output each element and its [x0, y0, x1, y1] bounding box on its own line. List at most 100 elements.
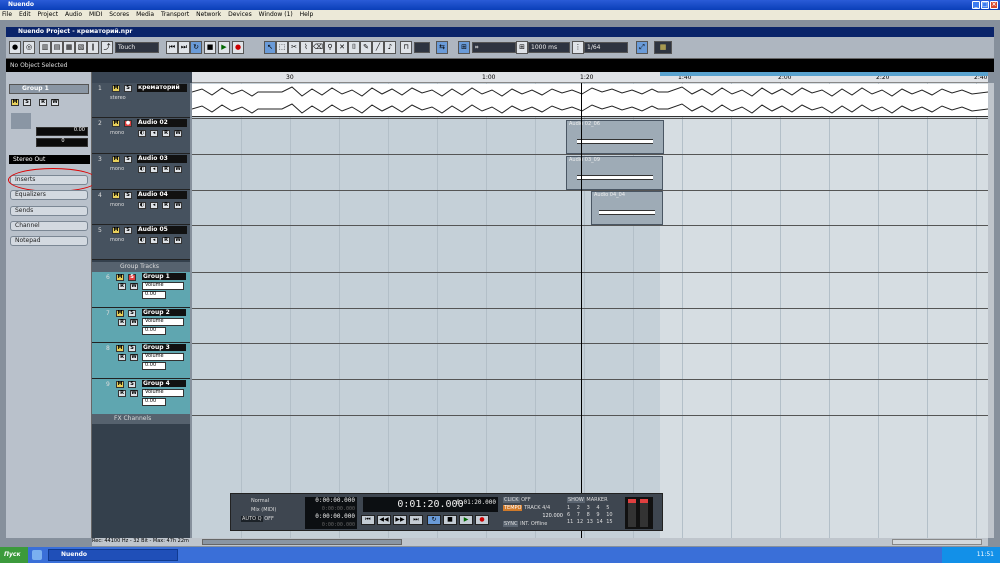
track-row[interactable]: 1 M S крематорий stereo	[92, 83, 190, 118]
automation-icon[interactable]: ⤴	[101, 41, 113, 54]
bpm-value[interactable]: 120.000	[542, 513, 563, 519]
channel-section-button[interactable]: Channel	[10, 221, 88, 231]
inspector-output-routing[interactable]: Stereo Out	[9, 155, 90, 164]
mixer-icon[interactable]: ∥	[87, 41, 99, 54]
menu-midi[interactable]: MIDI	[89, 11, 102, 18]
monitor-button[interactable]: ◐	[138, 237, 146, 244]
solo-button[interactable]: S	[128, 345, 136, 352]
line-tool-icon[interactable]: ╱	[372, 41, 384, 54]
stop-transport-icon[interactable]: ■	[443, 515, 457, 525]
constrain-delay-icon[interactable]: ◎	[23, 41, 35, 54]
track-name[interactable]: Audio 05	[137, 226, 187, 234]
marker-11[interactable]: 11	[567, 519, 576, 525]
track-name[interactable]: Audio 04	[137, 191, 187, 199]
menu-network[interactable]: Network	[196, 11, 221, 18]
snap-point-icon[interactable]: ⊓	[400, 41, 412, 54]
read-button[interactable]: R	[118, 390, 126, 397]
snap-type-select[interactable]: ⌗	[472, 42, 516, 53]
record-transport-icon[interactable]: ●	[475, 515, 489, 525]
inspector-volume-field[interactable]: 0.00	[36, 127, 88, 136]
playback-cursor[interactable]	[581, 83, 582, 538]
fx-channels-folder[interactable]: FX Channels	[92, 414, 190, 424]
pool-icon[interactable]: ▧	[75, 41, 87, 54]
inspector-read-button[interactable]: R	[39, 99, 47, 106]
record-enable-button[interactable]: ●	[124, 120, 132, 127]
quantize-icon[interactable]: ⋮	[572, 41, 584, 54]
taskbar-nuendo[interactable]: Nuendo	[48, 549, 178, 561]
menu-transport[interactable]: Transport	[161, 11, 189, 18]
solo-button[interactable]: S	[128, 310, 136, 317]
solo-button[interactable]: S	[128, 381, 136, 388]
inspector-track-header[interactable]: Group 1	[9, 84, 89, 94]
menu-audio[interactable]: Audio	[65, 11, 82, 18]
mute-button[interactable]: M	[112, 192, 120, 199]
split-tool-icon[interactable]: ✂	[288, 41, 300, 54]
go-end-transport-icon[interactable]: ⏭	[409, 515, 423, 525]
automation-param[interactable]: Volume	[142, 389, 184, 397]
go-end-icon[interactable]: ⏭	[178, 41, 190, 54]
monitor-button[interactable]: ◐	[138, 166, 146, 173]
automation-value[interactable]: 0.00	[142, 291, 166, 299]
marker-7[interactable]: 7	[577, 512, 586, 518]
automation-param[interactable]: Volume	[142, 282, 184, 290]
menu-devices[interactable]: Devices	[228, 11, 252, 18]
mute-button[interactable]: M	[116, 310, 124, 317]
write-button[interactable]: W	[174, 202, 182, 209]
rewind-start-icon[interactable]: ⏮	[361, 515, 375, 525]
fast-forward-icon[interactable]: ▶▶	[393, 515, 407, 525]
quantize-settings-icon[interactable]: ⤢	[636, 41, 648, 54]
mute-button[interactable]: M	[116, 345, 124, 352]
solo-button[interactable]: S	[124, 156, 132, 163]
go-start-icon[interactable]: ⏮	[166, 41, 178, 54]
write-button[interactable]: W	[130, 354, 138, 361]
marker-10[interactable]: 10	[606, 512, 615, 518]
group-track-row[interactable]: 8 M S Group 3 R W Volume 0.00	[92, 343, 190, 379]
play-tool-icon[interactable]: ♪	[384, 41, 396, 54]
track-name[interactable]: Audio 02	[137, 119, 187, 127]
write-button[interactable]: W	[130, 283, 138, 290]
automation-param[interactable]: Volume	[142, 353, 184, 361]
solo-button[interactable]: S	[124, 192, 132, 199]
play-icon[interactable]: ▶	[218, 41, 230, 54]
track-name[interactable]: Group 4	[142, 380, 186, 387]
track-row[interactable]: 2 M ● Audio 02 mono ◐ ◂ R W	[92, 118, 190, 154]
snap-icon[interactable]: ⊞	[458, 41, 470, 54]
horizontal-scrollbar-thumb[interactable]	[202, 539, 402, 545]
write-button[interactable]: W	[130, 319, 138, 326]
read-button[interactable]: R	[162, 237, 170, 244]
automation-value[interactable]: 0.00	[142, 362, 166, 370]
menu-file[interactable]: File	[2, 11, 12, 18]
mute-tool-icon[interactable]: ✕	[336, 41, 348, 54]
marker-4[interactable]: 4	[596, 505, 605, 511]
autoscroll-icon[interactable]: ⇆	[436, 41, 448, 54]
speaker-button[interactable]: ◂	[150, 237, 158, 244]
record-icon[interactable]: ●	[232, 41, 244, 54]
infoline-icon[interactable]: ▤	[51, 41, 63, 54]
marker-15[interactable]: 15	[606, 519, 615, 525]
solo-button[interactable]: S	[124, 85, 132, 92]
marker-1[interactable]: 1	[567, 505, 576, 511]
solo-button[interactable]: S	[128, 274, 136, 281]
menu-project[interactable]: Project	[38, 11, 59, 18]
notepad-section-button[interactable]: Notepad	[10, 236, 88, 246]
erase-tool-icon[interactable]: ⌫	[312, 41, 324, 54]
audio-clip[interactable]: Audio 04_04	[591, 191, 663, 225]
track-row[interactable]: 3 M S Audio 03 mono ◐ ◂ R W	[92, 154, 190, 190]
sub-position-display[interactable]: 0:01:20.000	[446, 499, 496, 509]
start-button[interactable]: Пуск	[0, 547, 28, 563]
menu-edit[interactable]: Edit	[19, 11, 31, 18]
locator-range[interactable]	[660, 72, 988, 76]
color-palette-icon[interactable]: ▦	[654, 41, 672, 54]
track-name[interactable]: Group 2	[142, 309, 186, 316]
automation-value[interactable]: 0.00	[142, 327, 166, 335]
speaker-button[interactable]: ◂	[150, 166, 158, 173]
track-name[interactable]: Group 1	[142, 273, 186, 280]
color-select[interactable]	[414, 42, 430, 53]
sends-section-button[interactable]: Sends	[10, 206, 88, 216]
track-name[interactable]: крематорий	[137, 84, 187, 92]
show-marker-button[interactable]: SHOW	[567, 497, 585, 503]
write-button[interactable]: W	[174, 237, 182, 244]
click-button[interactable]: CLICK	[503, 497, 520, 503]
track-row[interactable]: 5 M S Audio 05 mono ◐ ◂ R W	[92, 225, 190, 260]
left-locator-display[interactable]: 0:00:00.000	[305, 497, 357, 506]
